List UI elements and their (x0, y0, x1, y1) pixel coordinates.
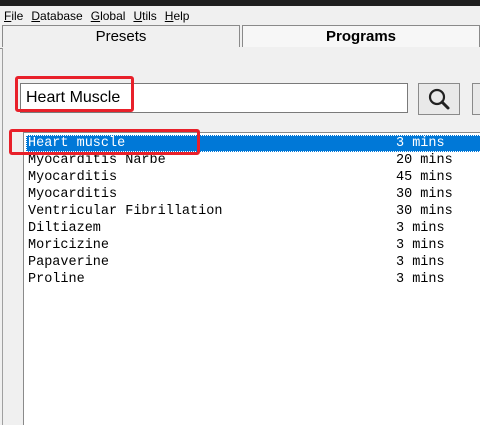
program-duration: 3 mins (396, 136, 445, 151)
program-row[interactable]: Proline 3 mins (26, 271, 480, 288)
program-name: Myocarditis (28, 170, 118, 185)
tab-strip: Presets Programs (0, 25, 480, 49)
program-row[interactable]: Myocarditis 30 mins (26, 186, 480, 203)
menu-global-rest: lobal (100, 8, 126, 23)
program-name: Ventricular Fibrillation (28, 204, 223, 219)
menu-utils-accel: U (133, 8, 143, 23)
menu-global[interactable]: Global (87, 9, 130, 23)
tab-programs[interactable]: Programs (242, 25, 480, 47)
program-row[interactable]: Papaverine 3 mins (26, 254, 480, 271)
menu-database-accel: D (31, 8, 41, 23)
program-row[interactable]: Myocarditis Narbe 20 mins (26, 152, 480, 169)
program-row[interactable]: Heart muscle 3 mins (26, 135, 480, 152)
program-duration: 30 mins (396, 204, 453, 219)
tab-presets[interactable]: Presets (2, 25, 240, 47)
menu-database[interactable]: Database (27, 9, 86, 23)
program-name: Diltiazem (28, 221, 101, 236)
program-duration: 3 mins (396, 238, 445, 253)
program-duration: 3 mins (396, 221, 445, 236)
program-duration: 45 mins (396, 170, 453, 185)
menu-utils-rest: tils (142, 8, 157, 23)
program-duration: 30 mins (396, 187, 453, 202)
menu-utils[interactable]: Utils (129, 9, 160, 23)
program-row[interactable]: Ventricular Fibrillation 30 mins (26, 203, 480, 220)
menu-database-rest: atabase (40, 8, 83, 23)
program-row[interactable]: Moricizine 3 mins (26, 237, 480, 254)
program-name: Myocarditis (28, 187, 118, 202)
program-row[interactable]: Diltiazem 3 mins (26, 220, 480, 237)
program-name: Moricizine (28, 238, 110, 253)
search-input[interactable] (20, 83, 408, 113)
search-button[interactable] (418, 83, 460, 115)
side-button[interactable] (472, 83, 480, 115)
program-duration: 20 mins (396, 153, 453, 168)
program-duration: 3 mins (396, 255, 445, 270)
menu-bar: File Database Global Utils Help (0, 6, 480, 25)
menu-help[interactable]: Help (161, 9, 194, 23)
program-name: Papaverine (28, 255, 110, 270)
menu-file[interactable]: File (0, 9, 27, 23)
magnifier-icon (428, 88, 450, 110)
program-duration: 3 mins (396, 272, 445, 287)
program-row[interactable]: Myocarditis 45 mins (26, 169, 480, 186)
menu-help-rest: elp (173, 8, 190, 23)
program-name: Myocarditis Narbe (28, 153, 166, 168)
menu-file-rest: ile (11, 8, 24, 23)
program-list[interactable]: Heart muscle 3 mins Myocarditis Narbe 20 mi… (23, 132, 480, 425)
menu-global-accel: G (90, 8, 101, 23)
program-name: Proline (28, 272, 85, 287)
program-name: Heart muscle (28, 136, 126, 151)
